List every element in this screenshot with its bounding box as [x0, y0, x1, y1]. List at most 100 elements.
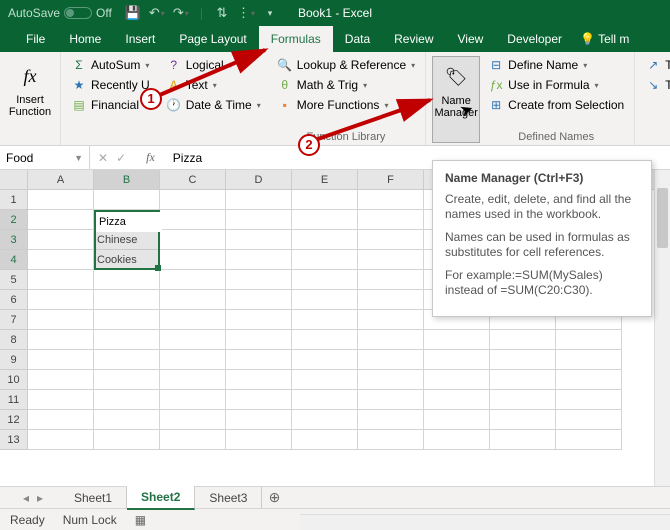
sigma-icon: Σ [71, 57, 87, 73]
tooltip-text: Names can be used in formulas as substit… [445, 230, 639, 260]
row-headers: 1 2 3 4 5 6 7 8 9 10 11 12 13 [0, 190, 28, 450]
name-box-value: Food [6, 151, 33, 165]
row-header[interactable]: 13 [0, 430, 27, 450]
row-header[interactable]: 4 [0, 250, 27, 270]
sheet-next-icon[interactable]: ▸ [34, 491, 46, 505]
col-header[interactable]: A [28, 170, 94, 189]
financial-icon: ▤ [71, 97, 87, 113]
autosave-state: Off [96, 6, 112, 20]
tab-developer[interactable]: Developer [495, 26, 574, 52]
trace-precedents-button[interactable]: ↗Trac [641, 56, 670, 74]
define-name-button[interactable]: ⊟Define Name▾ [484, 56, 628, 74]
row-header[interactable]: 2 [0, 210, 27, 230]
ribbon-tabs: File Home Insert Page Layout Formulas Da… [0, 26, 670, 52]
col-header[interactable]: D [226, 170, 292, 189]
tooltip-name-manager: Name Manager (Ctrl+F3) Create, edit, del… [432, 160, 652, 317]
defined-names-label: Defined Names [484, 129, 628, 143]
formula-icon: ƒx [488, 77, 504, 93]
tooltip-text: For example:=SUM(MySales) instead of =SU… [445, 268, 639, 298]
row-header[interactable]: 9 [0, 350, 27, 370]
sheet-tab-1[interactable]: Sheet1 [60, 487, 127, 509]
tellme-label: Tell m [598, 32, 629, 46]
tab-tellme[interactable]: 💡 Tell m [574, 26, 641, 52]
use-in-formula-button[interactable]: ƒxUse in Formula▾ [484, 76, 628, 94]
row-header[interactable]: 10 [0, 370, 27, 390]
row-header[interactable]: 12 [0, 410, 27, 430]
group-insert-function: fx InsertFunction [0, 52, 61, 145]
cell-b2[interactable]: Pizza [94, 210, 160, 230]
sheet-tab-3[interactable]: Sheet3 [195, 487, 262, 509]
tab-view[interactable]: View [446, 26, 496, 52]
connections-icon[interactable]: ⋮▾ [239, 6, 253, 20]
annotation-arrow-2 [310, 90, 440, 150]
cell-b3[interactable]: Chinese [94, 230, 160, 250]
row-header[interactable]: 6 [0, 290, 27, 310]
fx-icon: fx [14, 60, 46, 92]
callout-2: 2 [298, 134, 320, 156]
col-header[interactable]: C [160, 170, 226, 189]
title-bar: AutoSave Off 💾 ↶▾ ↷▾ | ⇅ ⋮▾ ▾ Book1 - Ex… [0, 0, 670, 26]
horizontal-scrollbar[interactable] [300, 514, 670, 530]
sheet-tab-2[interactable]: Sheet2 [127, 486, 195, 510]
cell-b4[interactable]: Cookies [94, 250, 160, 270]
recently-used-button[interactable]: ★Recently U [67, 76, 154, 94]
save-icon[interactable]: 💾 [126, 6, 140, 20]
sort-icon[interactable]: ⇅ [215, 6, 229, 20]
row-header[interactable]: 8 [0, 330, 27, 350]
sheet-prev-icon[interactable]: ◂ [20, 491, 32, 505]
row-header[interactable]: 3 [0, 230, 27, 250]
tab-review[interactable]: Review [382, 26, 445, 52]
row-header[interactable]: 1 [0, 190, 27, 210]
customize-icon[interactable]: ▾ [263, 6, 277, 20]
tab-data[interactable]: Data [333, 26, 382, 52]
formula-bar[interactable]: Pizza [163, 151, 202, 165]
trace-dependents-button[interactable]: ↘Trac [641, 76, 670, 94]
col-header[interactable]: E [292, 170, 358, 189]
add-sheet-button[interactable]: ⊕ [262, 489, 286, 506]
callout-1: 1 [140, 88, 162, 110]
insert-function-button[interactable]: fx InsertFunction [6, 56, 54, 118]
tab-file[interactable]: File [14, 26, 57, 52]
annotation-arrow-1 [150, 42, 280, 102]
cancel-icon[interactable]: ✕ [98, 151, 108, 165]
toggle-icon [64, 7, 92, 19]
group-audit: ↗Trac ↘Trac [635, 52, 670, 145]
create-from-selection-button[interactable]: ⊞Create from Selection [484, 96, 628, 114]
autosave-label: AutoSave [8, 6, 60, 20]
redo-icon[interactable]: ↷▾ [174, 6, 188, 20]
col-header[interactable]: F [358, 170, 424, 189]
tooltip-text: Create, edit, delete, and find all the n… [445, 192, 639, 222]
autosave-toggle[interactable]: AutoSave Off [8, 6, 112, 20]
tooltip-title: Name Manager (Ctrl+F3) [445, 171, 639, 186]
name-manager-icon: 🏷 [440, 61, 472, 93]
fx-icon[interactable]: fx [146, 150, 155, 165]
enter-icon[interactable]: ✓ [116, 151, 126, 165]
autosum-button[interactable]: ΣAutoSum▾ [67, 56, 154, 74]
group-defined-names: 🏷 NameManager ⊟Define Name▾ ƒxUse in For… [426, 52, 635, 145]
undo-icon[interactable]: ↶▾ [150, 6, 164, 20]
quick-access-toolbar: 💾 ↶▾ ↷▾ | ⇅ ⋮▾ ▾ [126, 6, 277, 20]
formula-controls: ✕ ✓ fx [90, 150, 163, 165]
status-numlock: Num Lock [63, 513, 117, 527]
create-icon: ⊞ [488, 97, 504, 113]
tab-home[interactable]: Home [57, 26, 113, 52]
name-box[interactable]: Food ▼ [0, 146, 90, 169]
trace-icon: ↗ [645, 57, 661, 73]
insert-function-label: InsertFunction [9, 94, 51, 118]
star-icon: ★ [71, 77, 87, 93]
trace2-icon: ↘ [645, 77, 661, 93]
vertical-scrollbar[interactable] [654, 170, 670, 486]
tag-icon: ⊟ [488, 57, 504, 73]
row-header[interactable]: 7 [0, 310, 27, 330]
macro-record-icon[interactable]: ▦ [135, 513, 146, 527]
sheet-nav: ◂ ▸ [20, 491, 46, 505]
chevron-down-icon: ▼ [74, 153, 83, 163]
lookup-button[interactable]: 🔍Lookup & Reference▾ [273, 56, 419, 74]
row-header[interactable]: 11 [0, 390, 27, 410]
select-all-corner[interactable] [0, 170, 28, 190]
row-header[interactable]: 5 [0, 270, 27, 290]
status-ready: Ready [10, 513, 45, 527]
col-header[interactable]: B [94, 170, 160, 189]
sheet-tabs-bar: ◂ ▸ Sheet1 Sheet2 Sheet3 ⊕ [0, 486, 670, 508]
document-title: Book1 - Excel [298, 6, 372, 20]
